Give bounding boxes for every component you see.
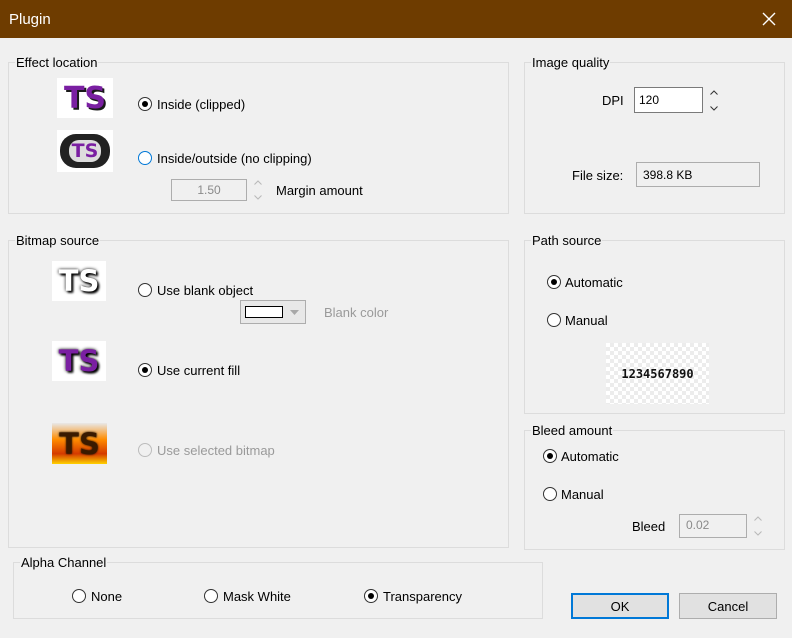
inside-thumbnail: TS [57, 78, 113, 118]
blank-color-dropdown[interactable] [240, 300, 306, 324]
bitmap-source-legend: Bitmap source [15, 233, 101, 248]
ok-button[interactable]: OK [571, 593, 669, 619]
bleed-field[interactable]: 0.02 [679, 514, 747, 538]
chevron-up-icon [710, 90, 718, 95]
chevron-down-icon [710, 106, 718, 111]
blank-color-swatch [245, 306, 283, 318]
bleed-manual-radio[interactable] [543, 487, 557, 501]
bleed-stepper[interactable] [753, 516, 763, 536]
bleed-automatic-radio[interactable] [543, 449, 557, 463]
close-button[interactable] [746, 0, 792, 38]
cancel-button[interactable]: Cancel [679, 593, 777, 619]
dpi-input[interactable]: 120 [634, 87, 703, 113]
blank-object-thumbnail: TS [52, 261, 106, 301]
effect-location-legend: Effect location [15, 55, 99, 70]
margin-amount-stepper[interactable] [253, 180, 263, 200]
chevron-down-icon [254, 195, 262, 200]
alpha-mask-white-radio[interactable] [204, 589, 218, 603]
image-quality-group [524, 62, 785, 214]
bleed-amount-legend: Bleed amount [531, 423, 614, 438]
current-fill-thumbnail: TS [52, 341, 106, 381]
margin-amount-label: Margin amount [276, 183, 363, 198]
use-current-fill-radio[interactable] [138, 363, 152, 377]
inside-radio[interactable] [138, 97, 152, 111]
margin-amount-field[interactable]: 1.50 [171, 179, 247, 201]
path-manual-radio[interactable] [547, 313, 561, 327]
alpha-transparency-label[interactable]: Transparency [383, 589, 462, 604]
alpha-channel-legend: Alpha Channel [20, 555, 108, 570]
inside-label[interactable]: Inside (clipped) [157, 97, 245, 112]
selected-bitmap-thumbnail: TS [52, 423, 107, 464]
use-selected-bitmap-radio[interactable] [138, 443, 152, 457]
bleed-manual-label[interactable]: Manual [561, 487, 604, 502]
inside-outside-radio[interactable] [138, 151, 152, 165]
bleed-automatic-label[interactable]: Automatic [561, 449, 619, 464]
blank-color-label: Blank color [324, 305, 389, 320]
inside-outside-thumbnail: TS [57, 130, 113, 172]
file-size-label: File size: [572, 168, 624, 183]
use-selected-bitmap-label: Use selected bitmap [157, 443, 275, 458]
path-automatic-radio[interactable] [547, 275, 561, 289]
alpha-none-radio[interactable] [72, 589, 86, 603]
chevron-down-icon [290, 310, 299, 315]
chevron-up-icon [254, 180, 262, 185]
path-automatic-label[interactable]: Automatic [565, 275, 623, 290]
image-quality-legend: Image quality [531, 55, 611, 70]
use-blank-object-radio[interactable] [138, 283, 152, 297]
path-preview: 1234567890 [606, 343, 709, 404]
alpha-transparency-radio[interactable] [364, 589, 378, 603]
close-icon [762, 12, 776, 26]
path-manual-label[interactable]: Manual [565, 313, 608, 328]
inside-outside-label[interactable]: Inside/outside (no clipping) [157, 151, 312, 166]
chevron-up-icon [754, 516, 762, 521]
dpi-stepper[interactable] [709, 90, 719, 111]
alpha-mask-white-label[interactable]: Mask White [223, 589, 291, 604]
use-blank-object-label[interactable]: Use blank object [157, 283, 253, 298]
path-source-legend: Path source [531, 233, 603, 248]
dpi-label: DPI [602, 93, 624, 108]
file-size-value: 398.8 KB [636, 162, 760, 187]
bleed-label: Bleed [632, 519, 666, 534]
use-current-fill-label[interactable]: Use current fill [157, 363, 240, 378]
chevron-down-icon [754, 531, 762, 536]
title-bar: Plugin [0, 0, 792, 38]
alpha-none-label[interactable]: None [91, 589, 122, 604]
window-title: Plugin [9, 11, 51, 28]
